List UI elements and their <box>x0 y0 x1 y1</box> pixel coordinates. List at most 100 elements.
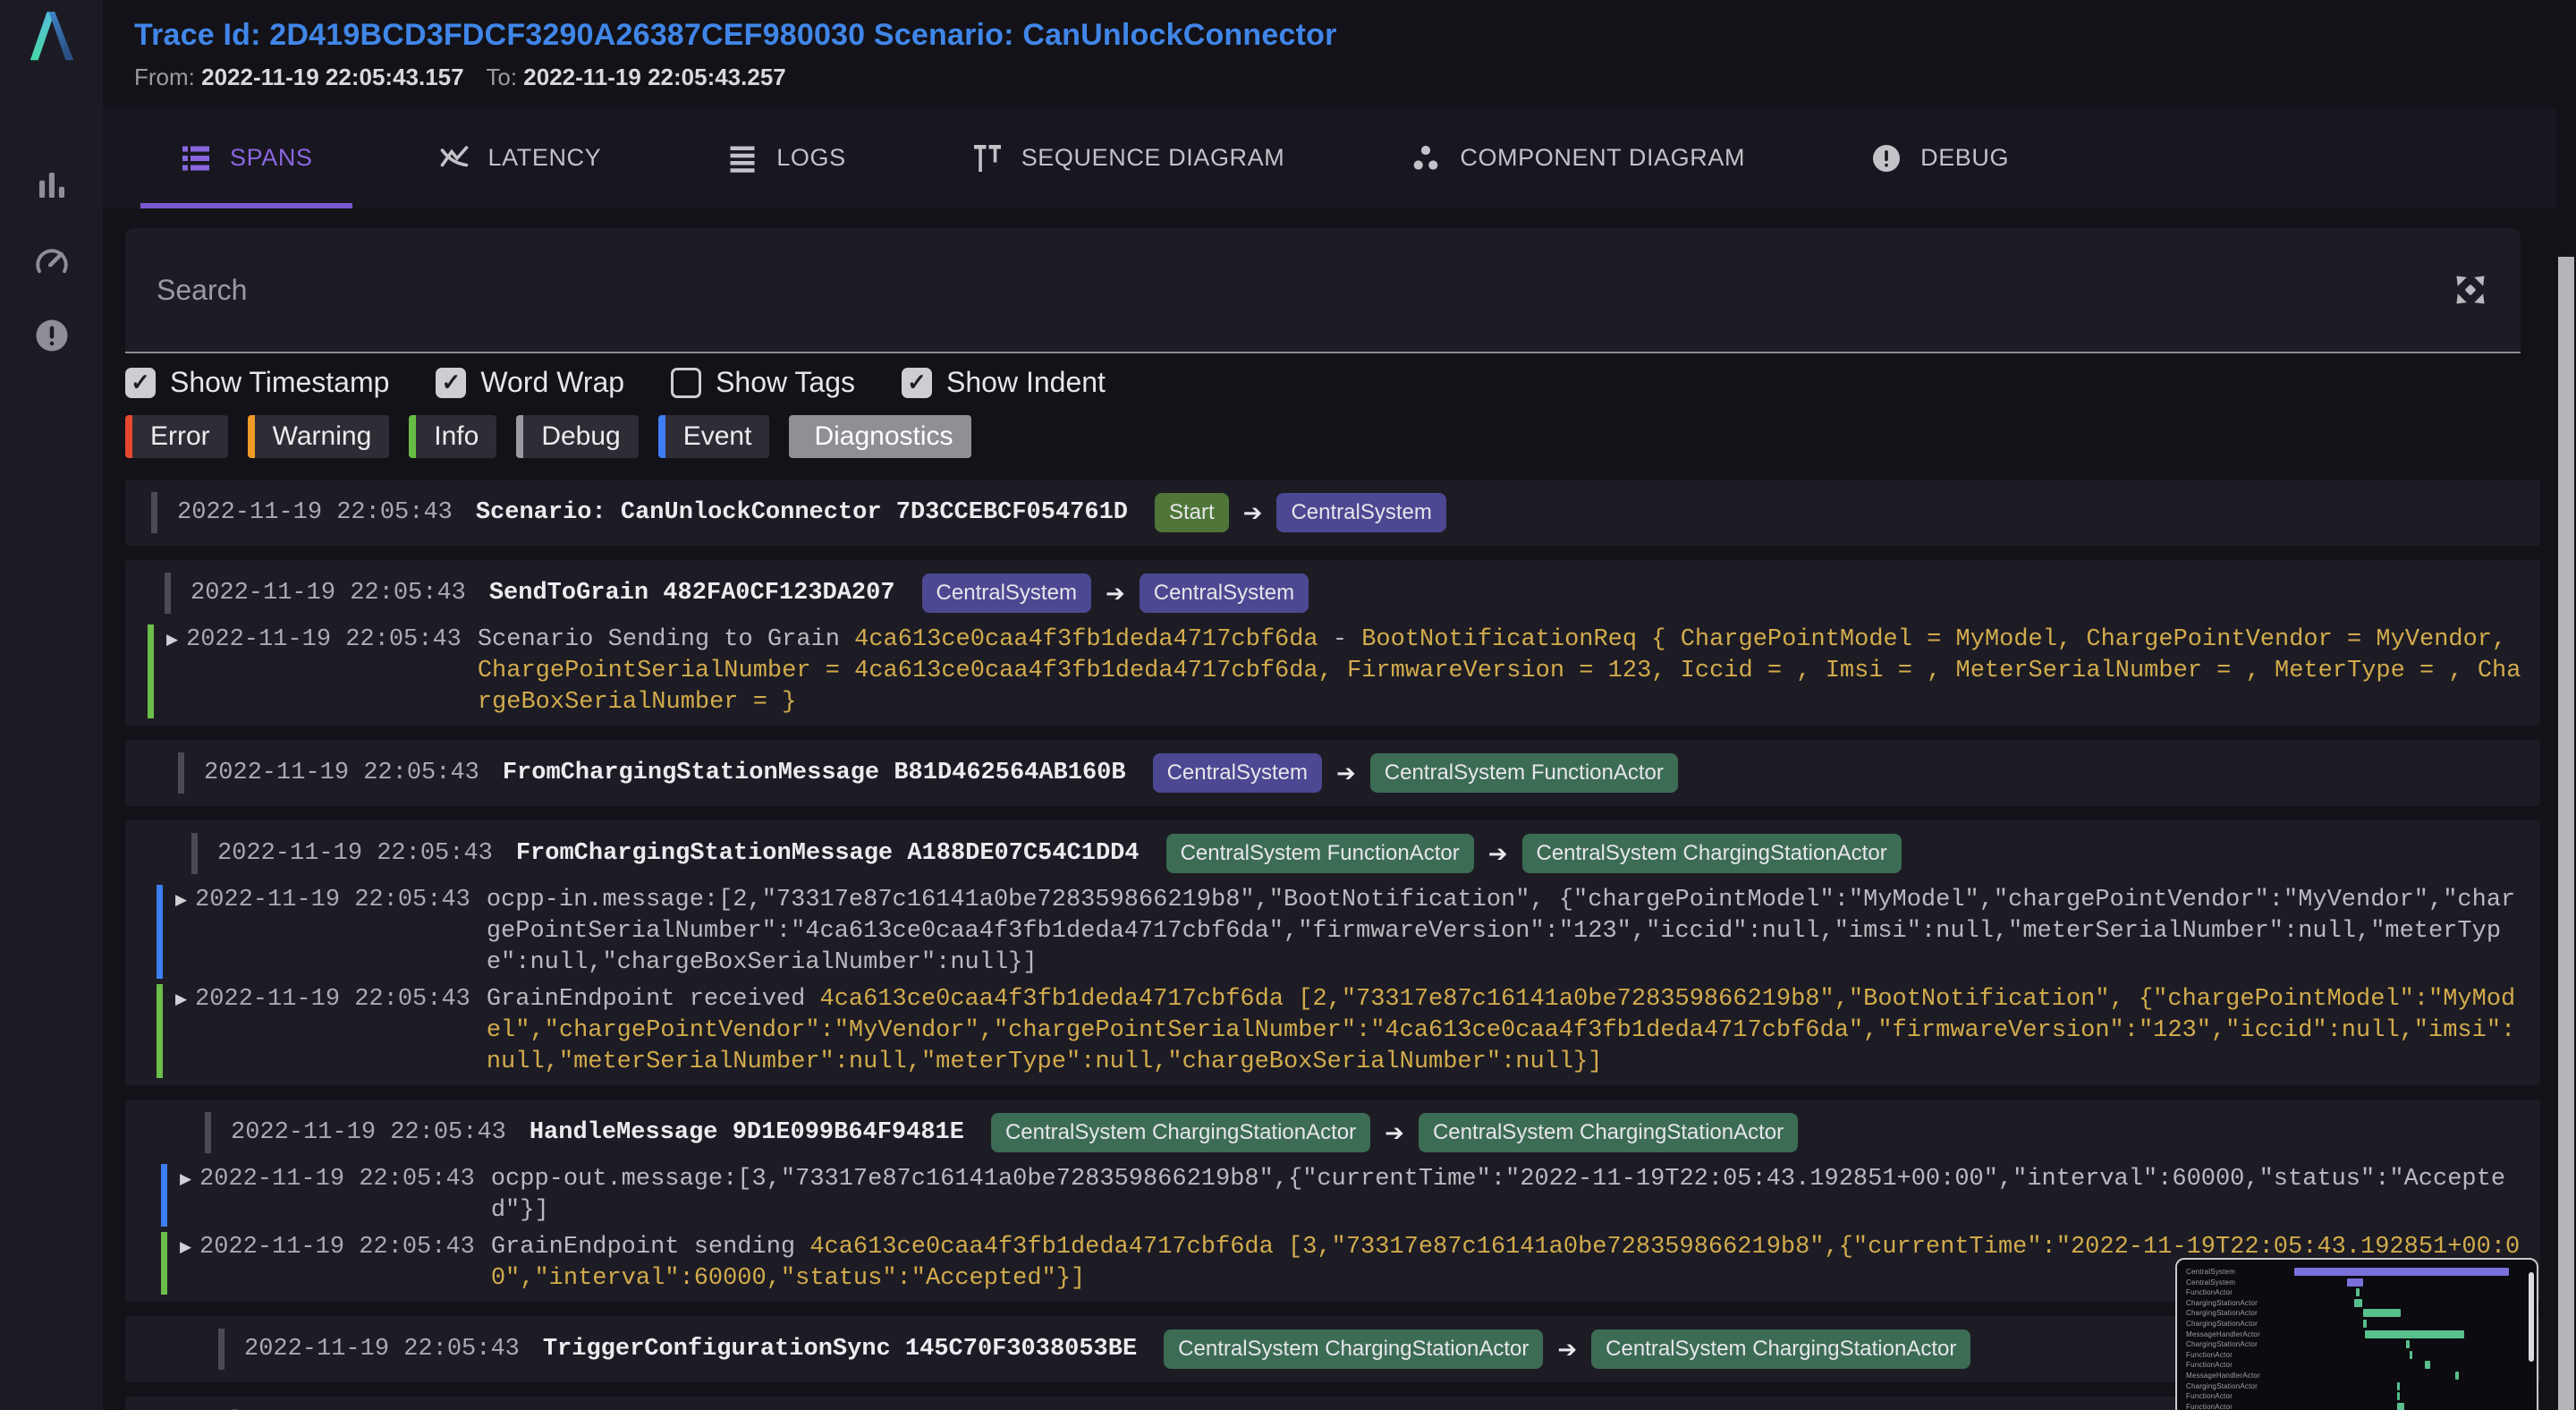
from-actor-badge: CentralSystem ChargingStationActor <box>1164 1329 1543 1369</box>
span-indent-bar <box>191 833 198 874</box>
minimap-row: CentralSystem <box>2184 1267 2528 1278</box>
option-show-tags[interactable]: Show Tags <box>671 366 855 399</box>
minimap-span-bar <box>2397 1382 2400 1390</box>
minimap-scrollbar-thumb[interactable] <box>2529 1272 2534 1362</box>
to-actor-badge: CentralSystem <box>1140 573 1309 613</box>
tab-bar: SPANS LATENCY LOGS SEQUENCE DIAGRAM COMPONEN… <box>103 107 2556 208</box>
minimap-row: ChargingStationActor <box>2184 1319 2528 1329</box>
log-level-bar-info <box>157 984 163 1078</box>
checkbox-checked-icon[interactable]: ✓ <box>436 368 466 398</box>
tab-latency[interactable]: LATENCY <box>399 107 641 208</box>
span-indent-bar <box>218 1329 225 1370</box>
filter-color-bar <box>516 415 523 458</box>
checkbox-checked-icon[interactable]: ✓ <box>125 368 156 398</box>
log-timestamp: 2022-11-19 22:05:43 <box>195 885 470 916</box>
checkbox-unchecked-icon[interactable] <box>671 368 701 398</box>
to-actor-badge: CentralSystem ChargingStationActor <box>1591 1329 1970 1369</box>
trace-minimap[interactable]: CentralSystemCentralSystemFunctionActorC… <box>2175 1258 2538 1410</box>
minimap-rows: CentralSystemCentralSystemFunctionActorC… <box>2184 1267 2528 1410</box>
span-card: 2022-11-19 22:05:43FromChargingStationMe… <box>125 740 2540 806</box>
tab-sequence[interactable]: SEQUENCE DIAGRAM <box>932 107 1325 208</box>
minimap-row-label: ChargingStationActor <box>2186 1299 2258 1307</box>
option-show-indent[interactable]: ✓Show Indent <box>902 366 1106 399</box>
minimap-row-label: CentralSystem <box>2186 1268 2235 1276</box>
span-timestamp: 2022-11-19 22:05:43 <box>177 499 453 526</box>
span-badges: CentralSystem➔CentralSystem FunctionActo… <box>1153 753 1678 793</box>
tab-component[interactable]: COMPONENT DIAGRAM <box>1370 107 1784 208</box>
log-entry[interactable]: ▶2022-11-19 22:05:43GrainEndpoint receiv… <box>143 984 2522 1078</box>
option-show-timestamp[interactable]: ✓Show Timestamp <box>125 366 389 399</box>
span-indent-bar <box>205 1112 211 1153</box>
filter-chip-info[interactable]: Info <box>409 415 496 458</box>
option-word-wrap[interactable]: ✓ Word Wrap <box>436 366 624 399</box>
expand-triangle-icon[interactable]: ▶ <box>180 1170 199 1188</box>
span-header-row[interactable]: 2022-11-19 22:05:43TriggerConfigurationS… <box>143 1404 2522 1410</box>
span-header-row[interactable]: 2022-11-19 22:05:43TriggerConfigurationS… <box>143 1323 2522 1375</box>
minimap-span-bar <box>2356 1288 2360 1296</box>
from-actor-badge: CentralSystem <box>922 573 1091 613</box>
alerts-icon[interactable] <box>33 317 71 354</box>
minimap-row-label: MessageHandlerActor <box>2186 1330 2260 1338</box>
span-header-row[interactable]: 2022-11-19 22:05:43 Scenario: CanUnlockCo… <box>143 487 2522 539</box>
app-logo-icon <box>22 9 81 61</box>
from-label: From: <box>134 64 195 90</box>
move-icon[interactable] <box>2449 268 2492 311</box>
expand-triangle-icon[interactable]: ▶ <box>175 990 195 1008</box>
span-header-row[interactable]: 2022-11-19 22:05:43HandleMessage 9D1E099… <box>143 1107 2522 1159</box>
log-entry[interactable]: ▶2022-11-19 22:05:43ocpp-in.message:[2,"… <box>143 885 2522 979</box>
filter-color-bar <box>658 415 665 458</box>
stats-icon[interactable] <box>33 166 71 204</box>
log-message: ocpp-out.message:[3,"73317e87c16141a0be7… <box>491 1164 2522 1227</box>
tab-label-sequence: SEQUENCE DIAGRAM <box>1021 144 1285 172</box>
option-label: Word Wrap <box>480 366 624 399</box>
log-entry[interactable]: ▶2022-11-19 22:05:43ocpp-out.message:[3,… <box>143 1164 2522 1227</box>
tab-spans[interactable]: SPANS <box>140 107 352 208</box>
spans-icon <box>180 142 212 174</box>
minimap-span-bar <box>2397 1403 2404 1410</box>
minimap-row: ChargingStationActor <box>2184 1381 2528 1392</box>
span-name: Scenario: CanUnlockConnector 7D3CCEBCF05… <box>476 499 1128 526</box>
filter-chip-event[interactable]: Event <box>658 415 770 458</box>
filter-chip-warning[interactable]: Warning <box>248 415 390 458</box>
tab-debug[interactable]: DEBUG <box>1831 107 2048 208</box>
minimap-row-label: FunctionActor <box>2186 1351 2233 1359</box>
minimap-span-bar <box>2365 1330 2464 1338</box>
expand-triangle-icon[interactable]: ▶ <box>175 891 195 909</box>
tab-logs[interactable]: LOGS <box>687 107 885 208</box>
to-value: 2022-11-19 22:05:43.257 <box>523 64 785 90</box>
minimap-row-label: ChargingStationActor <box>2186 1382 2258 1390</box>
log-entry[interactable]: ▶2022-11-19 22:05:43GrainEndpoint sendin… <box>143 1232 2522 1295</box>
minimap-span-bar <box>2294 1268 2509 1276</box>
filter-chip-label: Debug <box>523 415 638 458</box>
tab-label-debug: DEBUG <box>1920 144 2009 172</box>
expand-triangle-icon[interactable]: ▶ <box>166 631 186 649</box>
span-timestamp: 2022-11-19 22:05:43 <box>231 1119 506 1146</box>
from-actor-badge: CentralSystem FunctionActor <box>1166 834 1474 873</box>
log-timestamp: 2022-11-19 22:05:43 <box>199 1232 475 1263</box>
from-actor-badge: CentralSystem <box>1153 753 1322 793</box>
gauge-icon[interactable] <box>33 242 71 279</box>
span-header-row[interactable]: 2022-11-19 22:05:43SendToGrain 482FA0CF1… <box>143 567 2522 619</box>
logs-icon <box>726 142 758 174</box>
span-header-row[interactable]: 2022-11-19 22:05:43FromChargingStationMe… <box>143 828 2522 879</box>
expand-triangle-icon[interactable]: ▶ <box>180 1238 199 1256</box>
filter-chip-error[interactable]: Error <box>125 415 228 458</box>
to-label: To: <box>486 64 517 90</box>
spans-content: ✓Show Timestamp✓Word WrapShow Tags✓Show … <box>103 228 2576 1410</box>
arrow-right-icon: ➔ <box>1336 760 1356 787</box>
search-input[interactable] <box>125 228 2449 352</box>
tab-label-spans: SPANS <box>230 144 313 172</box>
filter-chip-debug[interactable]: Debug <box>516 415 638 458</box>
to-actor-badge: CentralSystem <box>1276 493 1445 532</box>
checkbox-checked-icon[interactable]: ✓ <box>902 368 932 398</box>
log-message-part: 4ca613ce0caa4f3fb1deda4717cbf6da <box>854 626 1318 653</box>
span-header-row[interactable]: 2022-11-19 22:05:43FromChargingStationMe… <box>143 747 2522 799</box>
filter-color-bar <box>409 415 416 458</box>
to-actor-badge: CentralSystem ChargingStationActor <box>1522 834 1902 873</box>
page-scrollbar-thumb[interactable] <box>2558 257 2574 1410</box>
filter-chip-diagnostics[interactable]: Diagnostics <box>789 415 970 458</box>
level-filters: Error Warning Info Debug Event Diagnostics <box>125 415 2540 458</box>
filter-chip-label: Error <box>132 415 228 458</box>
log-entry[interactable]: ▶2022-11-19 22:05:43Scenario Sending to … <box>143 624 2522 718</box>
option-label: Show Tags <box>716 366 855 399</box>
